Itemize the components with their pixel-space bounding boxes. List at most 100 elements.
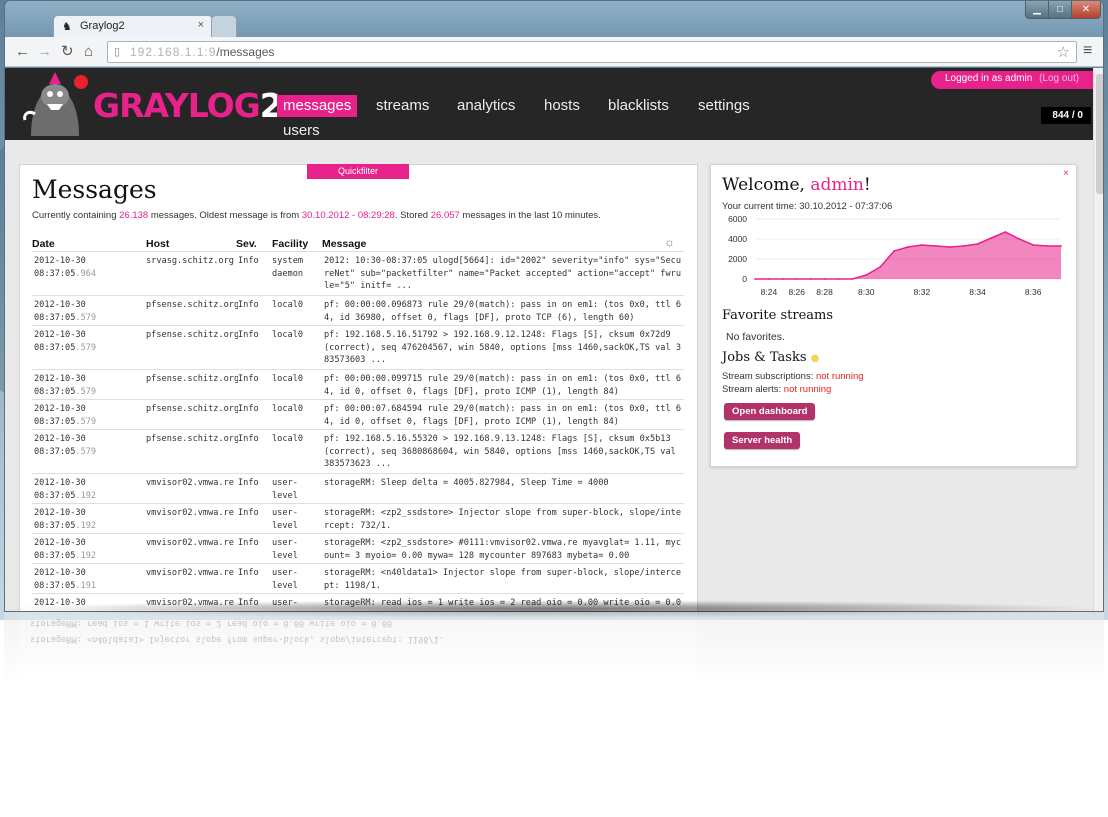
column-header-date[interactable]: Date <box>32 238 55 250</box>
table-row[interactable]: 2012-10-30 08:37:05.964 srvasg.schitz.org I… <box>32 251 684 295</box>
time-value: 08:37:05 <box>34 550 76 561</box>
reload-icon[interactable]: ↻ <box>61 43 74 61</box>
data-point <box>921 244 923 246</box>
table-row[interactable]: 2012-10-30 08:37:05.579 pfsense.schitz.org… <box>32 325 684 369</box>
close-tab-icon[interactable]: × <box>198 19 204 31</box>
status-value: not running <box>783 384 832 395</box>
nav-settings[interactable]: settings <box>698 96 750 116</box>
table-row[interactable]: 2012-10-30 08:37:05.192 vmvisor02.vmwa.re I… <box>32 533 684 563</box>
jobs-heading: Jobs & Tasks ● <box>722 350 819 365</box>
nav-analytics[interactable]: analytics <box>457 96 515 116</box>
data-point <box>1046 245 1048 247</box>
cell-message: pf: 00:00:00.099715 rule 29/0(match): pa… <box>324 374 681 397</box>
nav-users[interactable]: users <box>283 121 320 141</box>
cell-facility: user-level <box>272 508 298 531</box>
cell-date: 2012-10-30 08:37:05.579 <box>34 373 142 398</box>
close-window-button[interactable]: ✕ <box>1071 1 1101 19</box>
nav-streams[interactable]: streams <box>376 96 429 116</box>
table-row[interactable]: 2012-10-30 08:37:05.579 pfsense.schitz.org… <box>32 295 684 325</box>
cell-date: 2012-10-30 08:37:05.579 <box>34 329 142 354</box>
cell-date: 2012-10-30 08:37:05.579 <box>34 433 142 458</box>
x-tick-label: 8:36 <box>1025 287 1042 297</box>
date-value: 2012-10-30 <box>34 330 86 340</box>
minimize-button[interactable]: ▁ <box>1025 1 1049 19</box>
y-tick-label: 4000 <box>728 234 747 244</box>
close-icon[interactable]: × <box>1063 168 1069 179</box>
date-value: 2012-10-30 <box>34 538 86 548</box>
new-tab-button[interactable] <box>211 15 237 37</box>
data-point <box>1018 238 1021 240</box>
maximize-button[interactable]: □ <box>1048 1 1072 19</box>
cell-severity: Info <box>238 508 259 518</box>
column-header-host[interactable]: Host <box>146 238 169 250</box>
page-scrollbar[interactable] <box>1093 68 1103 611</box>
column-header-severity[interactable]: Sev. <box>236 238 257 250</box>
data-point <box>976 243 979 245</box>
data-point <box>837 278 840 280</box>
cell-message: storageRM: <zp2_ssdstore> #0111:vmvisor0… <box>324 538 681 561</box>
home-icon[interactable]: ⌂ <box>84 43 93 61</box>
cell-facility: local0 <box>272 374 304 384</box>
login-status: Logged in as admin (Log out) <box>931 71 1103 89</box>
browser-tab[interactable]: ♞ Graylog2 × <box>53 15 213 37</box>
time-value: 08:37:05 <box>34 342 76 353</box>
table-row[interactable]: 2012-10-30 08:37:05.579 pfsense.schitz.org… <box>32 429 684 473</box>
column-header-message[interactable]: Message <box>322 238 366 250</box>
browser-window: ♞ Graylog2 × ▁ □ ✕ ← → ↻ ⌂ ▯ 192.168.1.1… <box>4 0 1104 612</box>
server-health-button[interactable]: Server health <box>724 432 801 449</box>
milliseconds-value: .579 <box>75 312 97 323</box>
cell-facility: user-level <box>272 478 298 501</box>
column-settings-gear-icon[interactable]: ☼ <box>664 235 675 249</box>
back-arrow-icon[interactable]: ← <box>15 43 30 61</box>
cell-severity: Info <box>238 568 259 578</box>
data-point <box>948 246 951 248</box>
x-tick-label: 8:26 <box>788 287 805 297</box>
graylog-favicon-icon: ♞ <box>62 21 72 33</box>
graylog-logo-text[interactable]: GRAYLOG2 <box>93 86 283 125</box>
date-value: 2012-10-30 <box>34 478 86 488</box>
time-value: 08:37:05 <box>34 416 76 427</box>
cell-severity: Info <box>238 330 259 340</box>
welcome-username: admin <box>810 175 864 195</box>
nav-messages[interactable]: messages <box>277 95 358 117</box>
table-row[interactable]: 2012-10-30 08:37:05.192 vmvisor02.vmwa.re I… <box>32 503 684 533</box>
open-dashboard-button[interactable]: Open dashboard <box>724 403 816 420</box>
cell-date: 2012-10-30 08:37:05.192 <box>34 537 142 562</box>
scrollbar-thumb[interactable] <box>1096 74 1103 194</box>
nav-hosts[interactable]: hosts <box>544 96 580 116</box>
milliseconds-value: .191 <box>75 580 97 591</box>
page-title: Messages <box>32 175 157 204</box>
stored-count: 26.057 <box>430 210 460 221</box>
browser-menu-icon[interactable]: ≡ <box>1083 42 1092 60</box>
cell-host: pfsense.schitz.org <box>146 374 238 384</box>
table-row[interactable]: 2012-10-30 08:37:05.579 pfsense.schitz.org… <box>32 369 684 399</box>
no-favorites-text: No favorites. <box>726 331 785 343</box>
url-bar[interactable]: ▯ 192.168.1.1:9/messages ☆ <box>107 41 1077 63</box>
login-text: Logged in as admin <box>945 73 1033 84</box>
table-row[interactable]: 2012-10-30 08:37:05.579 pfsense.schitz.org… <box>32 399 684 429</box>
logout-link[interactable]: (Log out) <box>1039 73 1079 84</box>
milliseconds-value: .192 <box>75 520 97 531</box>
cell-message: 2012: 10:30-08:37:05 ulogd[5664]: id="20… <box>324 256 681 291</box>
data-point <box>823 278 826 280</box>
table-row[interactable]: 2012-10-30 08:37:05.192 vmvisor02.vmwa.re I… <box>32 473 684 503</box>
quickfilter-button[interactable]: Quickfilter <box>307 164 409 179</box>
cell-host: pfsense.schitz.org <box>146 330 238 340</box>
cell-message: storageRM: <zp2_ssdstore> Injector slope… <box>324 508 681 531</box>
cell-message: pf: 192.168.5.16.51792 > 192.168.9.12.12… <box>324 330 681 365</box>
time-value: 08:37:05 <box>34 268 76 279</box>
table-row[interactable]: 2012-10-30 08:37:05.191 vmvisor02.vmwa.re I… <box>32 563 684 593</box>
bookmark-star-icon[interactable]: ☆ <box>1057 43 1070 61</box>
x-tick-label: 8:24 <box>761 287 778 297</box>
page-icon: ▯ <box>114 46 121 58</box>
cell-facility: system daemon <box>272 256 304 279</box>
milliseconds-value: .579 <box>75 416 97 427</box>
nav-blacklists[interactable]: blacklists <box>608 96 669 116</box>
forward-arrow-icon[interactable]: → <box>37 43 52 61</box>
milliseconds-value: .964 <box>75 268 97 279</box>
data-point <box>1032 244 1035 246</box>
cell-facility: user-level <box>272 538 298 561</box>
column-header-facility[interactable]: Facility <box>272 238 308 250</box>
logo-word: GRAYLOG <box>93 86 261 125</box>
summary-text: messages in the last 10 minutes. <box>459 210 601 221</box>
